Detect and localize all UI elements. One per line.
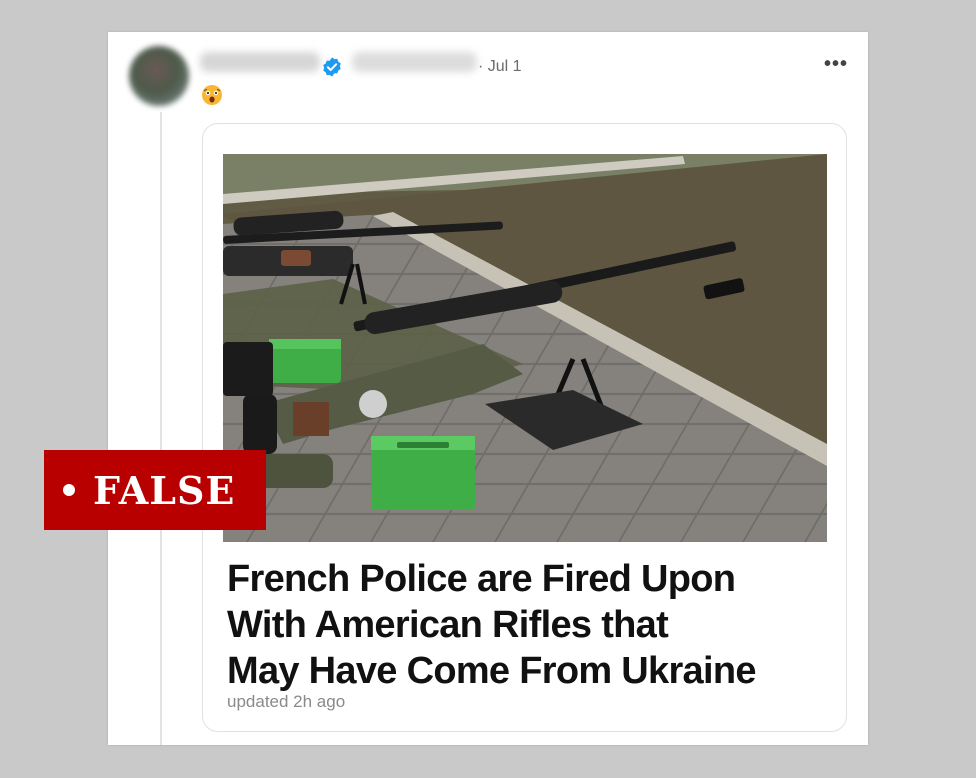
author-name-blurred[interactable] [200,52,320,72]
headline-line-2: With American Rifles that [227,604,669,646]
bullet-dot-icon [63,484,75,496]
updated-timestamp: updated 2h ago [227,692,346,711]
headline-line-1: French Police are Fired Upon [227,558,736,600]
avatar[interactable] [129,46,189,106]
false-label-badge: FALSE [44,450,266,530]
post-date[interactable]: · Jul 1 [478,58,522,76]
astonished-face-emoji [202,85,222,105]
thread-line [160,112,162,745]
verified-badge-icon [323,57,341,77]
author-handle-blurred[interactable] [352,52,477,72]
headline-line-3: May Have Come From Ukraine [227,650,756,692]
article-headline[interactable]: French Police are Fired Upon With Americ… [227,556,837,694]
article-image[interactable] [223,154,827,542]
false-label-text: FALSE [93,467,236,513]
link-preview-card[interactable]: French Police are Fired Upon With Americ… [202,123,847,732]
tweet-card: · Jul 1 ••• French Police are Fired Upon… [108,32,868,745]
more-horizontal-icon[interactable]: ••• [824,54,848,74]
rifles-photo [223,154,827,542]
